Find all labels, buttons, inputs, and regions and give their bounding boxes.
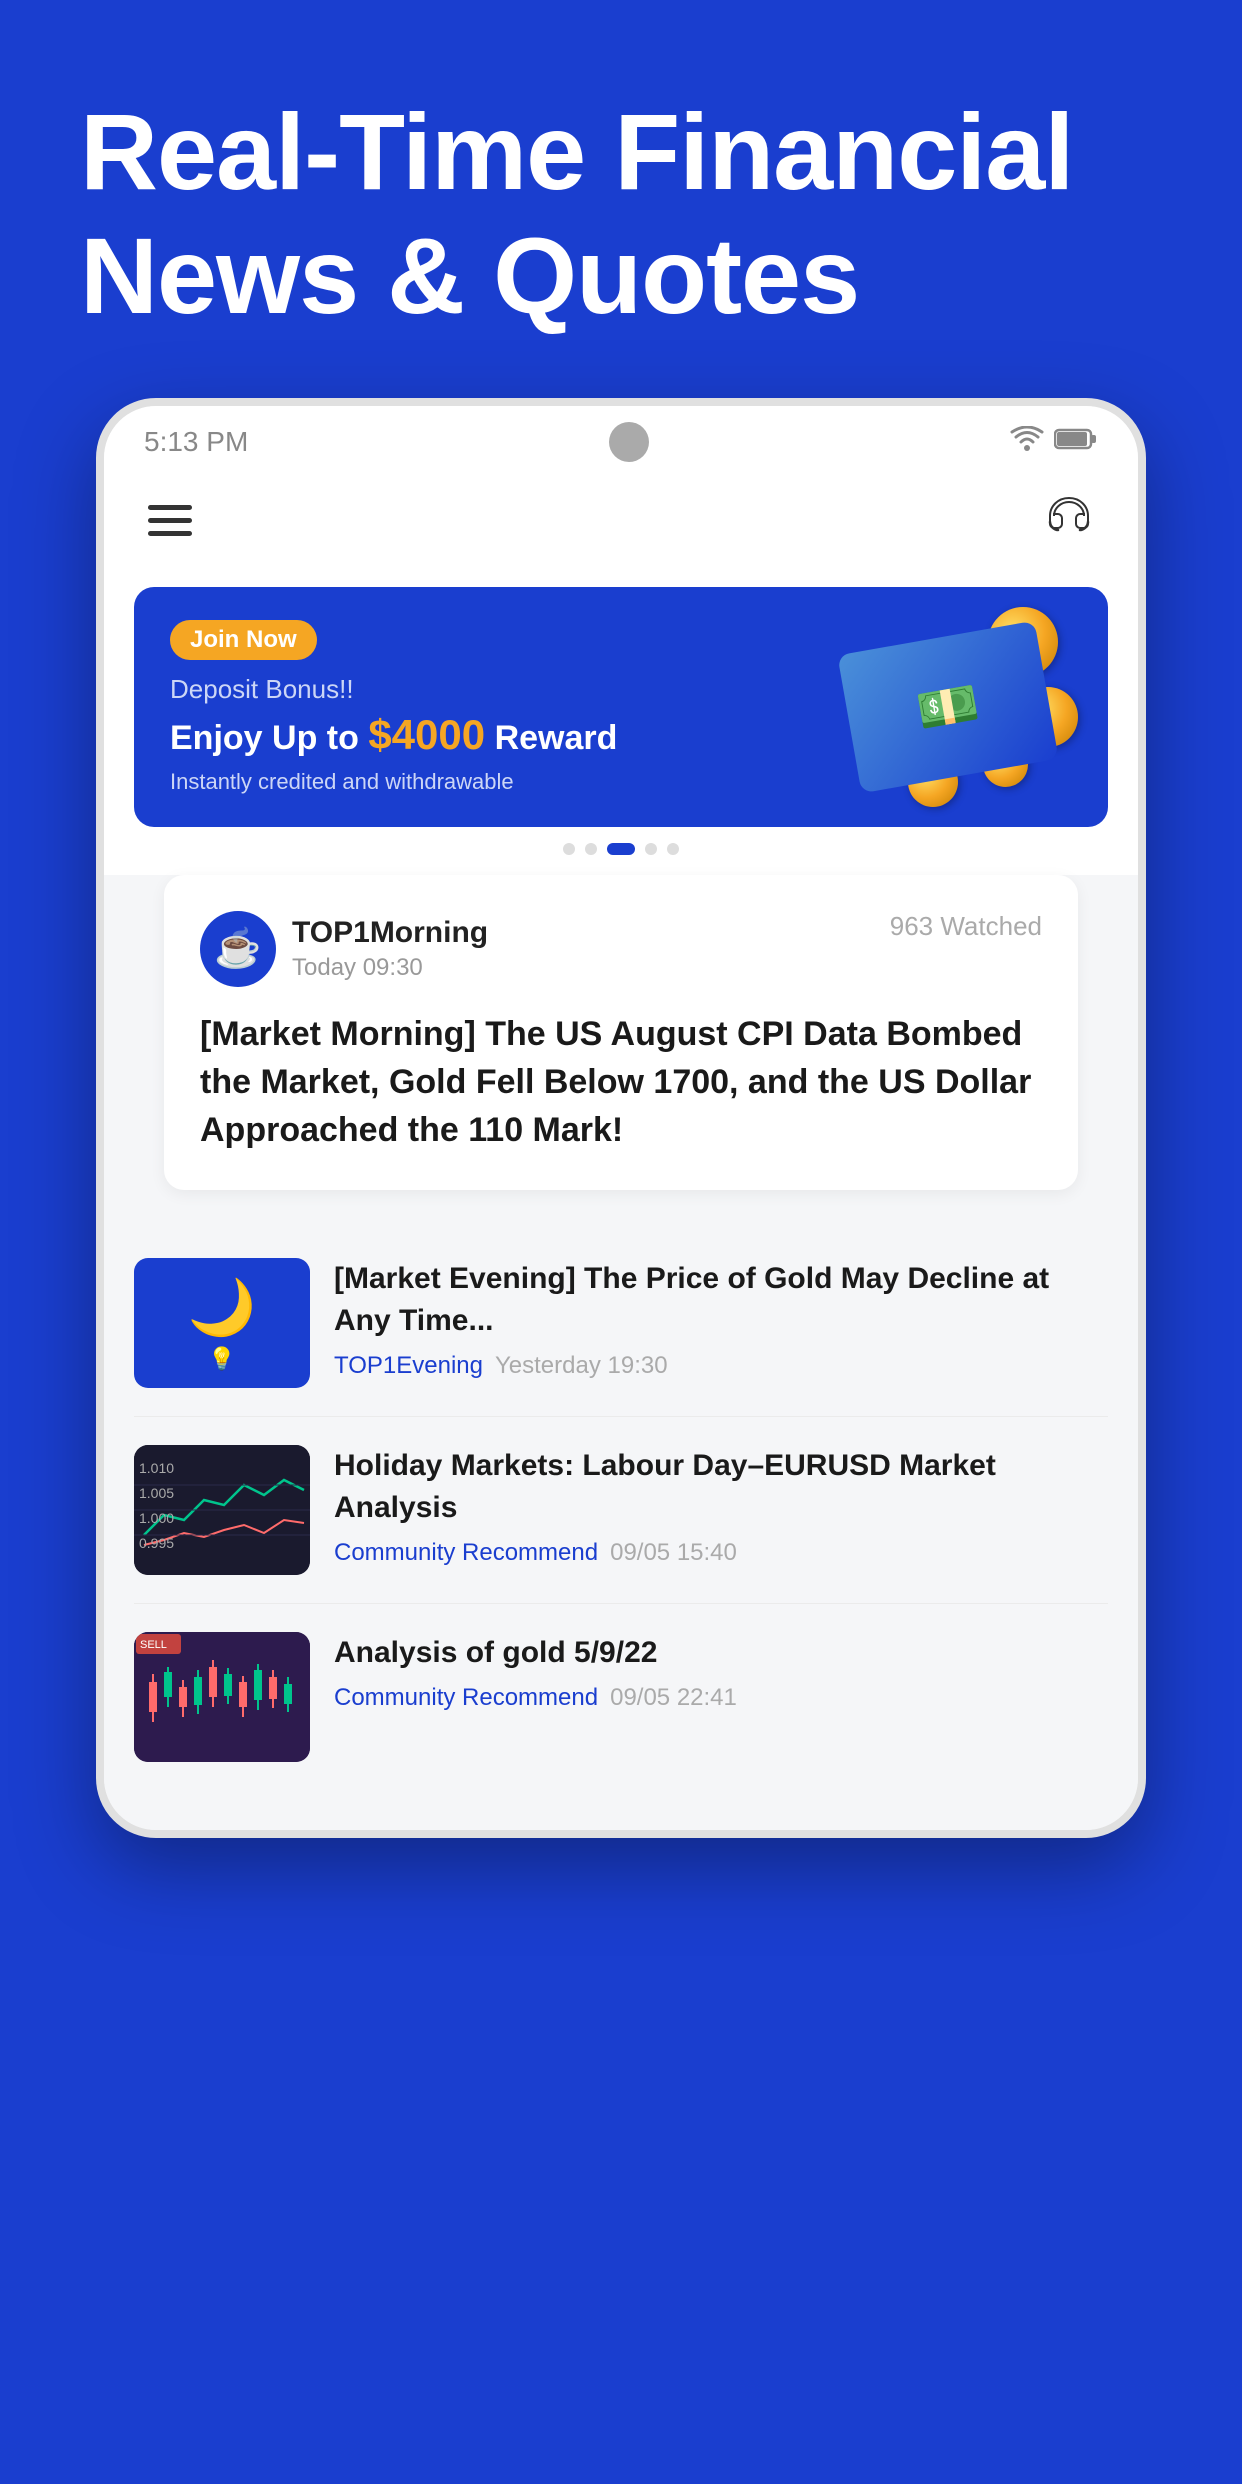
news-item-2[interactable]: 1.010 1.005 1.000 0.995 Holiday Markets:…	[134, 1417, 1108, 1604]
news-source-1: TOP1Evening	[334, 1352, 483, 1380]
moon-icon: 🌙	[188, 1275, 256, 1340]
news-time-3: 09/05 22:41	[610, 1684, 737, 1712]
headset-icon[interactable]	[1044, 490, 1094, 551]
news-content-1: [Market Evening] The Price of Gold May D…	[334, 1258, 1108, 1380]
author-name: TOP1Morning	[292, 916, 488, 950]
dot-3-active[interactable]	[607, 843, 635, 855]
hamburger-line-2	[148, 518, 192, 523]
card-header: ☕ TOP1Morning Today 09:30 963 Watched	[200, 911, 1042, 987]
news-time-2: 09/05 15:40	[610, 1539, 737, 1567]
promotional-banner[interactable]: Join Now Deposit Bonus!! Enjoy Up to $40…	[134, 587, 1108, 827]
banner-subtitle: Deposit Bonus!!	[170, 674, 752, 705]
watch-count: 963 Watched	[890, 911, 1042, 942]
news-thumb-3: SELL	[134, 1632, 310, 1762]
news-content-3: Analysis of gold 5/9/22 Community Recomm…	[334, 1632, 1108, 1712]
news-time-1: Yesterday 19:30	[495, 1352, 668, 1380]
hero-section: Real-Time Financial News & Quotes	[0, 0, 1242, 398]
svg-text:0.995: 0.995	[139, 1535, 174, 1551]
hamburger-line-1	[148, 505, 192, 510]
svg-text:1.005: 1.005	[139, 1485, 174, 1501]
join-now-badge[interactable]: Join Now	[170, 620, 317, 660]
news-meta-3: Community Recommend 09/05 22:41	[334, 1684, 1108, 1712]
phone-frame: 5:13 PM	[96, 398, 1146, 1838]
app-header	[104, 470, 1138, 571]
card-title: [Market Morning] The US August CPI Data …	[200, 1011, 1042, 1154]
news-meta-1: TOP1Evening Yesterday 19:30	[334, 1352, 1108, 1380]
svg-text:SELL: SELL	[140, 1639, 167, 1651]
banner-content: Join Now Deposit Bonus!! Enjoy Up to $40…	[134, 590, 788, 825]
news-item-3[interactable]: SELL Analysis of gold 5/9/22 Community R…	[134, 1604, 1108, 1790]
banner-amount-suffix: Reward	[485, 719, 617, 757]
svg-text:1.000: 1.000	[139, 1510, 174, 1526]
banner-amount: $4000	[368, 711, 485, 758]
dot-1[interactable]	[563, 843, 575, 855]
news-title-1: [Market Evening] The Price of Gold May D…	[334, 1258, 1108, 1342]
news-meta-2: Community Recommend 09/05 15:40	[334, 1539, 1108, 1567]
banner-image: 💵	[788, 587, 1108, 827]
hamburger-line-3	[148, 531, 192, 536]
dot-4[interactable]	[645, 843, 657, 855]
banner-footer: Instantly credited and withdrawable	[170, 769, 752, 795]
news-content-2: Holiday Markets: Labour Day–EURUSD Marke…	[334, 1445, 1108, 1567]
news-thumb-2: 1.010 1.005 1.000 0.995	[134, 1445, 310, 1575]
news-item-1[interactable]: 🌙 💡 [Market Evening] The Price of Gold M…	[134, 1230, 1108, 1417]
lightbulb-icon: 💡	[208, 1346, 235, 1372]
phone-container: 5:13 PM	[0, 398, 1242, 1838]
news-source-3: Community Recommend	[334, 1684, 598, 1712]
author-avatar: ☕	[200, 911, 276, 987]
author-section: ☕ TOP1Morning Today 09:30	[200, 911, 488, 987]
news-title-2: Holiday Markets: Labour Day–EURUSD Marke…	[334, 1445, 1108, 1529]
battery-icon	[1054, 427, 1098, 458]
dot-2[interactable]	[585, 843, 597, 855]
status-time: 5:13 PM	[144, 426, 248, 458]
banner-section: Join Now Deposit Bonus!! Enjoy Up to $40…	[104, 571, 1138, 827]
status-bar: 5:13 PM	[104, 406, 1138, 470]
news-thumb-1: 🌙 💡	[134, 1258, 310, 1388]
banner-title: Enjoy Up to $4000 Reward	[170, 711, 752, 759]
news-list: 🌙 💡 [Market Evening] The Price of Gold M…	[104, 1230, 1138, 1790]
hamburger-menu[interactable]	[148, 505, 192, 536]
banner-title-text: Enjoy Up to	[170, 719, 368, 757]
status-icons	[1010, 426, 1098, 459]
featured-card[interactable]: ☕ TOP1Morning Today 09:30 963 Watched [M…	[164, 875, 1078, 1190]
hero-title: Real-Time Financial News & Quotes	[80, 90, 1162, 338]
wifi-icon	[1010, 426, 1044, 459]
news-title-3: Analysis of gold 5/9/22	[334, 1632, 1108, 1674]
news-source-2: Community Recommend	[334, 1539, 598, 1567]
dot-5[interactable]	[667, 843, 679, 855]
svg-text:1.010: 1.010	[139, 1460, 174, 1476]
status-center-dot	[609, 422, 649, 462]
author-time: Today 09:30	[292, 954, 488, 982]
author-info: TOP1Morning Today 09:30	[292, 916, 488, 982]
banner-dots	[104, 827, 1138, 875]
